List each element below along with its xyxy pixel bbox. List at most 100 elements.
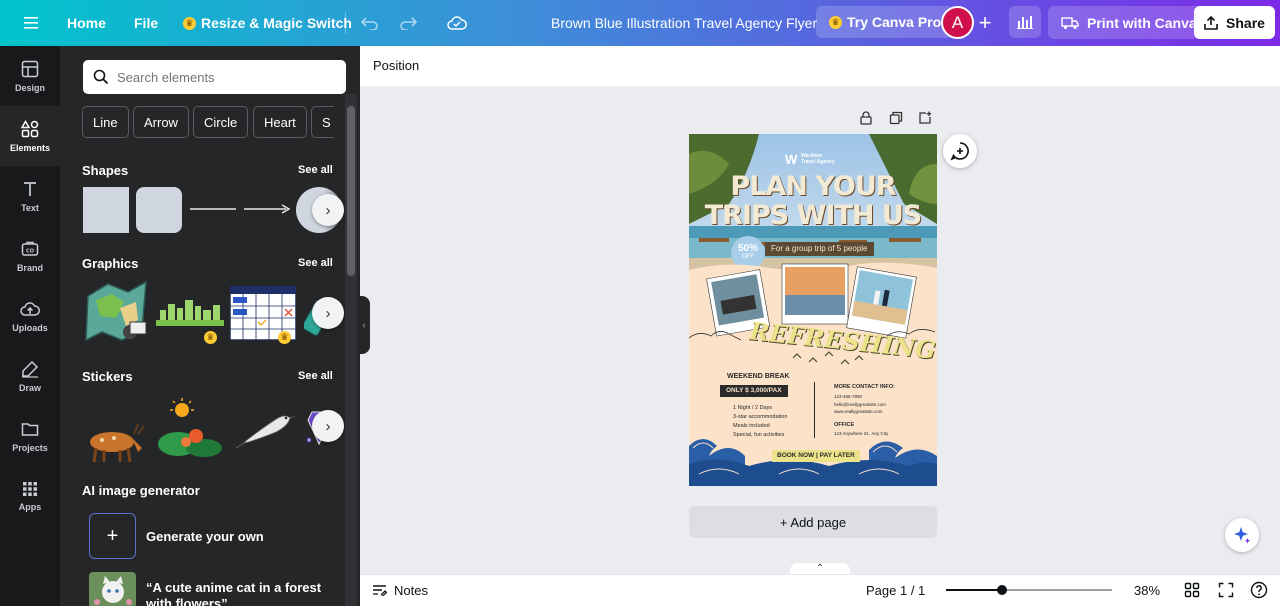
add-collaborator-icon[interactable]: + [974,9,996,37]
rail-label: Draw [18,382,41,393]
graphics-see-all[interactable]: See all [298,257,333,269]
zoom-level[interactable]: 38% [1134,574,1160,606]
rail-item-brand[interactable]: CO Brand [0,226,60,286]
add-page-button[interactable]: + Add page [689,506,937,538]
weekend-break-title: WEEKEND BREAK [727,373,790,380]
rail-item-design[interactable]: Design [0,46,60,106]
resize-magic-switch-button[interactable]: ♛ Resize & Magic Switch [183,0,352,46]
chip-arrow[interactable]: Arrow [133,106,189,138]
fullscreen-icon[interactable] [1218,574,1234,606]
undo-icon[interactable] [360,0,380,46]
lock-icon[interactable] [858,110,874,126]
contact-title: MORE CONTACT INFO: [834,384,896,390]
redo-icon[interactable] [398,0,418,46]
try-canva-pro-button[interactable]: ♛ Try Canva Pro [816,6,955,38]
deer-sticker[interactable] [82,418,150,464]
square-shape[interactable] [83,187,129,233]
chevron-right-icon[interactable]: › [312,297,344,329]
design-icon [21,60,39,77]
file-menu-button[interactable]: File [134,0,158,46]
city-skyline-graphic[interactable] [156,296,224,330]
map-graphic[interactable] [82,278,150,346]
chevron-right-icon[interactable]: › [312,194,344,226]
home-button[interactable]: Home [67,0,106,46]
projects-icon [21,422,39,436]
sun-garden-sticker[interactable] [156,398,224,458]
prompt-line: with flowers” [146,596,228,606]
filter-chips: Line Arrow Circle Heart S [82,106,334,140]
rounded-square-shape[interactable] [136,187,182,233]
search-input[interactable] [117,69,337,85]
svg-text:CO: CO [26,248,34,254]
rail-item-draw[interactable]: Draw [0,346,60,406]
cloud-save-icon[interactable] [446,0,468,46]
document-title[interactable]: Brown Blue Illustration Travel Agency Fl… [551,0,817,46]
resize-label: Resize & Magic Switch [201,15,352,31]
rail-label: Design [14,82,45,93]
brand-line: Travel Agency [801,159,835,165]
search-box[interactable] [83,60,346,94]
line-shape[interactable] [188,204,238,214]
contact-line: www.reallygreatsite.com [834,409,883,414]
rail-item-uploads[interactable]: Uploads [0,286,60,346]
toolbar-divider [345,12,346,34]
office-title: OFFICE [834,422,855,428]
notes-button[interactable]: Notes [372,574,428,606]
print-with-canva-button[interactable]: Print with Canva [1048,6,1210,39]
top-bar: Home File ♛ Resize & Magic Switch Brown … [0,0,1280,46]
side-rail: Design Elements Text CO Brand Uploads Dr… [0,46,60,606]
rail-item-text[interactable]: Text [0,166,60,226]
add-comment-icon[interactable] [943,134,977,168]
rail-item-projects[interactable]: Projects [0,406,60,466]
ai-prompt-example[interactable]: “A cute anime cat in a forest with flowe… [146,580,321,606]
chip-heart[interactable]: Heart [253,106,307,138]
ai-generator-title: AI image generator [82,483,200,498]
group-trip-banner: For a group trip of 5 people [765,242,874,256]
share-icon [1204,15,1218,30]
position-button[interactable]: Position [373,58,419,73]
chip-line[interactable]: Line [82,106,129,138]
panel-scroll-thumb[interactable] [347,106,355,276]
contact-line: 123-456-7890 [834,394,863,399]
shapes-see-all[interactable]: See all [298,164,333,176]
canvas-scrollbar[interactable] [1268,86,1280,574]
grid-view-icon[interactable] [1184,574,1200,606]
menu-icon[interactable] [18,0,44,46]
share-button[interactable]: Share [1194,6,1275,39]
elements-panel: Line Arrow Circle Heart S Shapes See all… [60,46,360,606]
logo-mark: W [785,152,798,167]
crown-icon: ♛ [278,331,291,344]
stickers-title: Stickers [82,369,133,384]
arrow-line-shape[interactable] [242,204,292,214]
help-icon[interactable] [1250,574,1268,606]
bird-sticker[interactable] [232,404,298,450]
price-tag: ONLY $ 3,000/PAX [720,385,788,397]
contact-line: hello@reallygreatsite.com [834,401,886,407]
design-page[interactable]: W Wardiere Travel Agency PLAN YOUR TRIPS… [689,134,937,486]
collapse-panel-handle[interactable]: ‹ [358,296,370,354]
rail-item-apps[interactable]: Apps [0,466,60,526]
chip-more[interactable]: S [311,106,334,138]
cat-thumbnail[interactable] [89,572,136,606]
info-divider [814,382,815,438]
insights-chart-icon[interactable] [1009,6,1041,38]
draw-icon [22,360,39,378]
apps-icon [23,481,37,496]
avatar[interactable]: A [941,6,974,39]
chip-circle[interactable]: Circle [193,106,249,138]
brand-name: Wardiere Travel Agency [801,153,835,165]
duplicate-icon[interactable] [888,110,904,126]
chevron-right-icon[interactable]: › [312,410,344,442]
magic-sparkle-icon[interactable] [1225,518,1259,552]
feature-item: 1 Night / 2 Days [733,405,773,411]
rail-label: Brand [16,262,43,273]
add-page-icon[interactable] [917,110,933,126]
page-indicator[interactable]: Page 1 / 1 [866,574,925,606]
generate-own-button[interactable]: Generate your own [146,529,264,544]
stickers-see-all[interactable]: See all [298,370,333,382]
notes-icon [373,585,387,596]
search-icon [93,69,109,85]
generate-plus-icon[interactable]: + [89,513,136,559]
rail-item-elements[interactable]: Elements [0,106,60,166]
contact-info: 123-456-7890 hello@reallygreatsite.com w… [834,393,886,416]
